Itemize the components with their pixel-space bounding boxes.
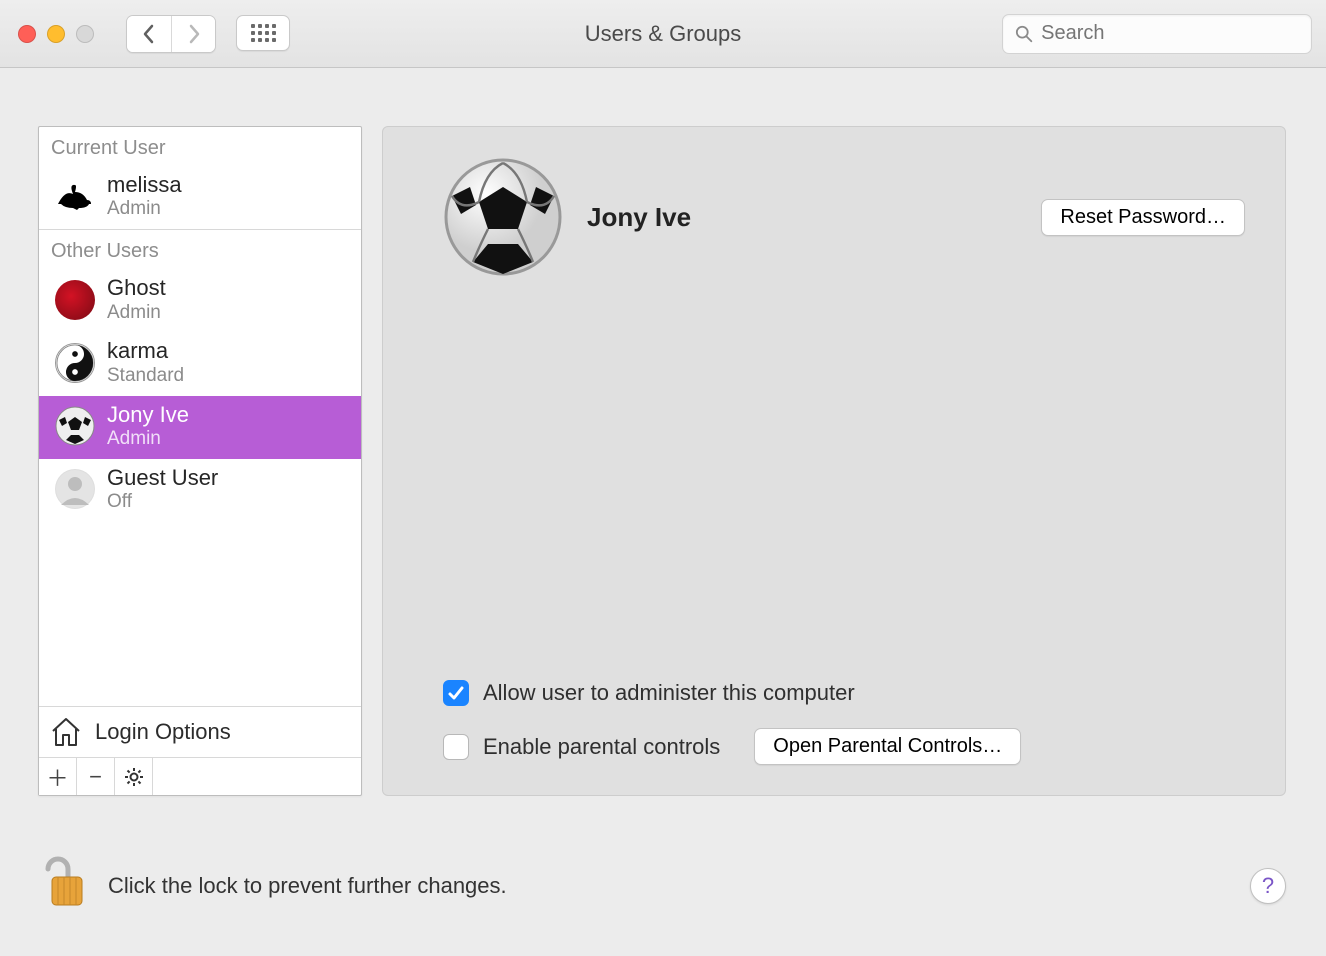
current-user-header: Current User <box>39 127 361 166</box>
soccer-icon <box>55 406 95 446</box>
grid-icon <box>251 24 276 42</box>
sidebar-user-ghost[interactable]: Ghost Admin <box>39 269 361 332</box>
user-name-label: karma <box>107 338 184 364</box>
search-field[interactable] <box>1002 14 1312 54</box>
admin-checkbox[interactable] <box>443 680 469 706</box>
reset-password-button[interactable]: Reset Password… <box>1041 199 1245 236</box>
house-icon <box>49 715 83 749</box>
titlebar: Users & Groups <box>0 0 1326 68</box>
sidebar-user-karma[interactable]: karma Standard <box>39 332 361 395</box>
guest-icon <box>55 469 95 509</box>
plus-icon: ＋ <box>46 761 68 793</box>
chevron-right-icon <box>187 24 201 44</box>
sidebar-user-current[interactable]: melissa Admin <box>39 166 361 229</box>
minimize-window-button[interactable] <box>47 25 65 43</box>
close-window-button[interactable] <box>18 25 36 43</box>
gear-icon <box>124 767 144 787</box>
sidebar-toolbar: ＋ − <box>39 757 361 795</box>
sidebar-user-guest[interactable]: Guest User Off <box>39 459 361 522</box>
sidebar-user-jony-ive[interactable]: Jony Ive Admin <box>39 396 361 459</box>
detail-user-name: Jony Ive <box>587 202 691 233</box>
chevron-left-icon <box>142 24 156 44</box>
user-role-label: Off <box>107 491 218 514</box>
users-sidebar: Current User melissa Admin Other Users G… <box>38 126 362 796</box>
add-user-button[interactable]: ＋ <box>39 758 77 795</box>
zoom-window-button[interactable] <box>76 25 94 43</box>
user-role-label: Standard <box>107 365 184 388</box>
check-icon <box>447 684 465 702</box>
rose-icon <box>55 280 95 320</box>
search-icon <box>1015 24 1033 44</box>
admin-checkbox-label: Allow user to administer this computer <box>483 680 855 706</box>
unlocked-lock-icon <box>38 855 86 911</box>
forward-button[interactable] <box>171 16 215 52</box>
lock-button[interactable] <box>38 855 86 916</box>
other-users-header: Other Users <box>39 230 361 269</box>
search-input[interactable] <box>1041 22 1299 45</box>
nav-buttons <box>126 15 290 53</box>
user-name-label: melissa <box>107 172 182 198</box>
yinyang-icon <box>55 343 95 383</box>
user-role-label: Admin <box>107 428 189 451</box>
help-button[interactable]: ? <box>1250 868 1286 904</box>
actions-menu-button[interactable] <box>115 758 153 795</box>
admin-checkbox-row[interactable]: Allow user to administer this computer <box>443 680 1245 706</box>
user-name-label: Ghost <box>107 275 166 301</box>
show-all-button[interactable] <box>236 15 290 51</box>
parental-checkbox[interactable] <box>443 734 469 760</box>
user-role-label: Admin <box>107 302 166 325</box>
rabbit-icon <box>55 177 95 217</box>
login-options-label: Login Options <box>95 719 231 745</box>
remove-user-button[interactable]: − <box>77 758 115 795</box>
user-detail-pane: Jony Ive Reset Password… Allow user to a… <box>382 126 1286 796</box>
back-button[interactable] <box>127 16 171 52</box>
user-name-label: Guest User <box>107 465 218 491</box>
lock-footer: Click the lock to prevent further change… <box>38 855 1286 916</box>
window-controls <box>18 25 94 43</box>
parental-checkbox-label: Enable parental controls <box>483 734 720 760</box>
login-options-row[interactable]: Login Options <box>39 706 361 757</box>
parental-checkbox-row[interactable]: Enable parental controls <box>443 734 720 760</box>
question-icon: ? <box>1262 873 1274 899</box>
lock-message: Click the lock to prevent further change… <box>108 873 507 899</box>
open-parental-controls-button[interactable]: Open Parental Controls… <box>754 728 1021 765</box>
user-role-label: Admin <box>107 198 182 221</box>
minus-icon: − <box>89 764 102 790</box>
user-avatar[interactable] <box>443 157 563 277</box>
user-name-label: Jony Ive <box>107 402 189 428</box>
